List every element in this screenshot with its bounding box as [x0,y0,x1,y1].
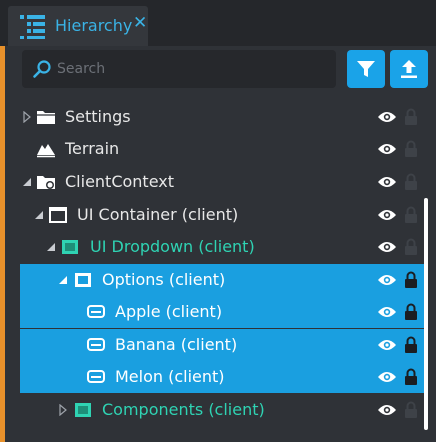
search-placeholder: Search [57,61,106,77]
folder-icon [37,111,55,124]
tree-item-ui-dropdown[interactable]: UI Dropdown (client) [20,231,424,263]
collapse-arrow-icon[interactable] [34,209,44,221]
tree-item-label: Melon (client) [115,367,225,386]
vertical-scrollbar[interactable] [424,198,428,430]
tree-item-label: ClientContext [65,172,174,191]
tree-item-label: Apple (client) [115,302,223,321]
eye-icon[interactable] [377,338,397,352]
tab-title: Hierarchy [55,16,133,35]
lock-icon[interactable] [404,401,418,419]
terrain-icon [37,144,55,158]
eye-icon[interactable] [377,370,397,384]
lock-icon[interactable] [404,108,418,126]
tree-item-label: UI Container (client) [77,205,239,224]
eye-icon[interactable] [377,142,397,156]
lock-icon[interactable] [404,336,418,354]
tree-item-label: Components (client) [102,400,265,419]
lock-icon[interactable] [404,173,418,191]
tree-item-label: Terrain [65,139,120,158]
dropdown-icon [62,240,78,254]
eye-icon[interactable] [377,208,397,222]
panel-icon [75,273,91,287]
close-icon[interactable]: ✕ [133,15,147,32]
lock-icon[interactable] [404,271,418,289]
upload-icon [401,60,417,78]
search-icon [33,60,51,78]
tree-item-options[interactable]: Options (client) [20,264,424,296]
tree-item-melon[interactable]: Melon (client) [20,361,424,393]
eye-icon[interactable] [377,240,397,254]
window-icon [49,207,67,223]
button-icon [87,338,105,351]
tree-item-label: Options (client) [102,270,226,289]
lock-icon[interactable] [404,368,418,386]
tree-item-ui-container[interactable]: UI Container (client) [20,199,424,231]
client-context-icon [37,176,55,189]
tree-item-label: UI Dropdown (client) [90,237,255,256]
tree-item-apple[interactable]: Apple (client) [20,296,424,328]
lock-icon[interactable] [404,238,418,256]
panel-icon [75,403,91,417]
tree-item-terrain[interactable]: Terrain [20,133,424,165]
tree-item-label: Settings [65,107,131,126]
tree-item-banana[interactable]: Banana (client) [20,329,424,361]
tree-item-components[interactable]: Components (client) [20,394,424,426]
expand-arrow-icon[interactable] [58,404,68,416]
tree-item-clientcontext[interactable]: ClientContext [20,166,424,198]
button-icon [87,370,105,383]
button-icon [87,305,105,318]
search-field[interactable]: Search [22,50,336,88]
lock-icon[interactable] [404,303,418,321]
hierarchy-icon [20,15,45,39]
collapse-arrow-icon[interactable] [58,274,68,286]
tree-item-label: Banana (client) [115,335,238,354]
upload-button[interactable] [390,50,428,88]
lock-icon[interactable] [404,206,418,224]
tab-hierarchy[interactable]: Hierarchy ✕ [8,6,148,46]
lock-icon[interactable] [404,140,418,158]
tree-item-settings[interactable]: Settings [20,101,424,133]
eye-icon[interactable] [377,110,397,124]
collapse-arrow-icon[interactable] [22,176,32,188]
eye-icon[interactable] [377,175,397,189]
eye-icon[interactable] [377,273,397,287]
filter-button[interactable] [347,50,385,88]
filter-icon [357,61,375,77]
expand-arrow-icon[interactable] [22,111,32,123]
panel-accent-bar [0,46,5,442]
eye-icon[interactable] [377,305,397,319]
eye-icon[interactable] [377,403,397,417]
tab-bar: Hierarchy ✕ [0,0,436,46]
collapse-arrow-icon[interactable] [46,241,56,253]
